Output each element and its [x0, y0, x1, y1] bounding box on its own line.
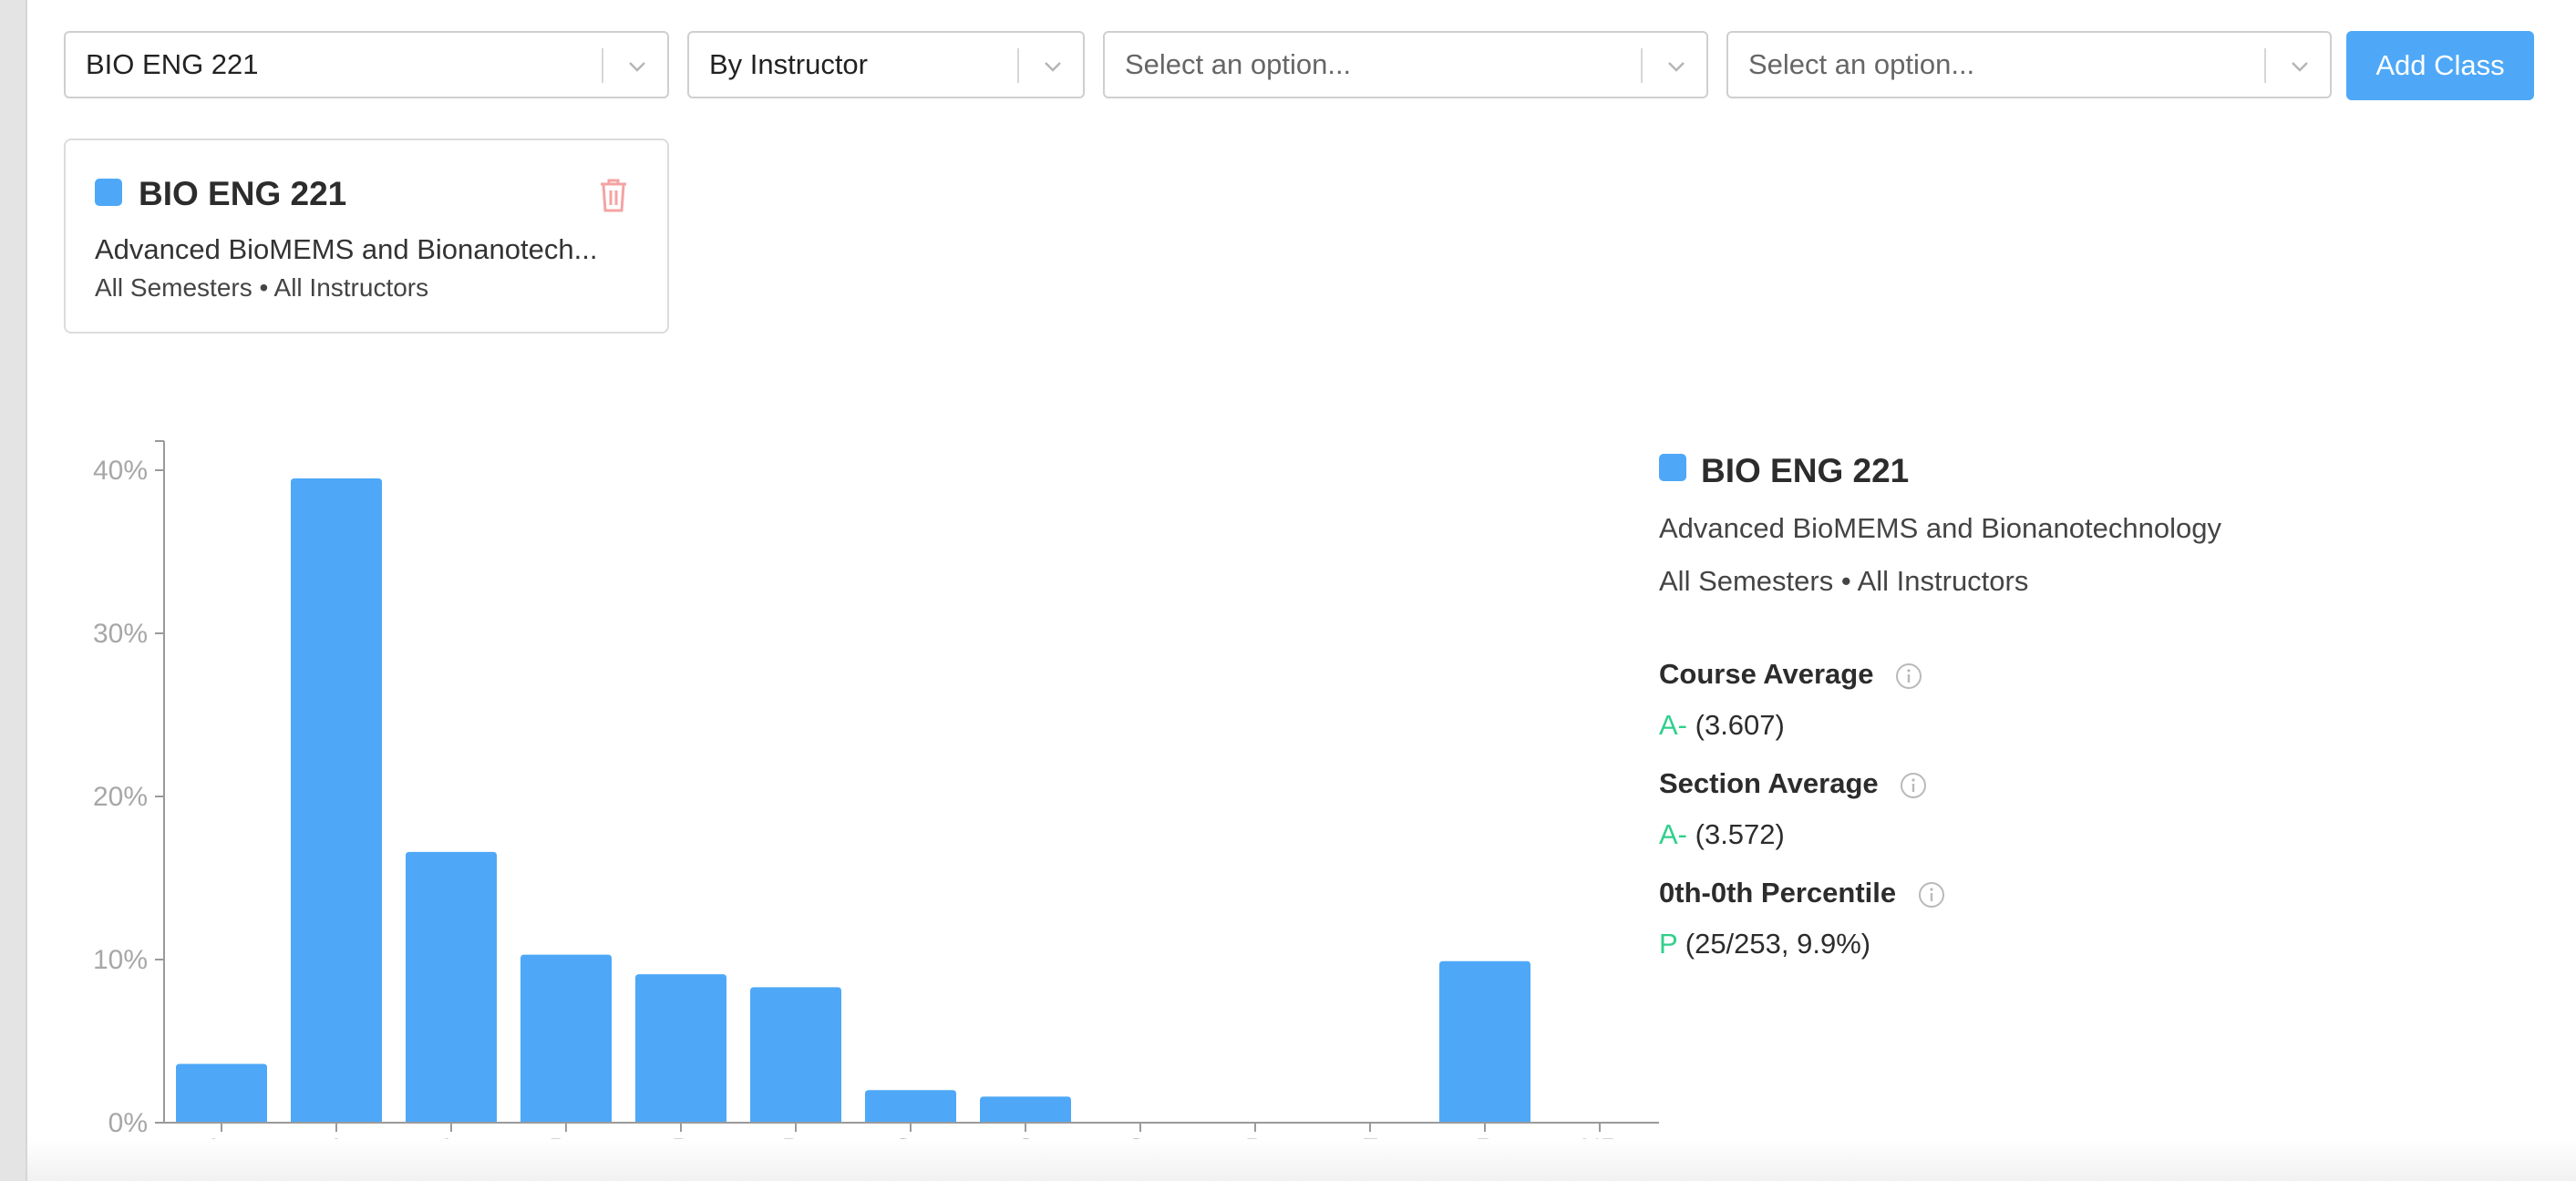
summary-color-swatch — [1659, 454, 1686, 481]
class-card-code: BIO ENG 221 — [139, 175, 347, 212]
percentile-value: P (25/253, 9.9%) — [1659, 928, 1870, 960]
section-average-grade: A- — [1659, 818, 1687, 850]
summary-name: Advanced BioMEMS and Bionanotechnology — [1659, 512, 2221, 544]
y-tick-label: 0% — [108, 1108, 148, 1138]
bar — [980, 1096, 1071, 1123]
option-select-1-placeholder: Select an option... — [1125, 48, 1352, 80]
class-card[interactable]: BIO ENG 221 Advanced BioMEMS and Bionano… — [64, 139, 669, 334]
group-by-select[interactable]: By Instructor — [687, 31, 1085, 98]
select-divider — [1017, 48, 1019, 83]
option-select-2[interactable]: Select an option... — [1726, 31, 2332, 98]
y-tick-label: 40% — [93, 456, 148, 486]
section-average-label: Section Average — [1659, 767, 1928, 800]
course-average-grade: A- — [1659, 709, 1687, 741]
course-select[interactable]: BIO ENG 221 — [64, 31, 669, 98]
grade-distribution-chart: 0%10%20%30%40% A+AA-B+BB-C+CC-DFPNP — [93, 440, 1659, 1164]
bars — [176, 478, 1530, 1123]
section-average-number: (3.572) — [1695, 818, 1785, 850]
info-icon[interactable] — [1894, 662, 1923, 691]
chevron-down-icon[interactable] — [2286, 53, 2313, 80]
scroll-fade — [27, 1139, 2576, 1181]
y-tick-label: 10% — [93, 945, 148, 975]
chevron-down-icon[interactable] — [1039, 53, 1066, 80]
bar — [1439, 960, 1530, 1123]
y-axis: 0% 10% 20% 30% 40% — [93, 440, 165, 1138]
select-divider — [1641, 48, 1643, 83]
bar — [406, 851, 497, 1123]
y-tick-label: 20% — [93, 782, 148, 812]
info-icon[interactable] — [1899, 771, 1928, 800]
course-select-value: BIO ENG 221 — [86, 48, 259, 80]
bar — [291, 478, 382, 1123]
class-card-name: Advanced BioMEMS and Bionanotech... — [95, 233, 598, 265]
class-color-swatch — [95, 179, 122, 206]
bar — [176, 1063, 267, 1123]
course-average-number: (3.607) — [1695, 709, 1785, 741]
bar — [520, 954, 612, 1123]
group-by-select-value: By Instructor — [709, 48, 868, 80]
bar — [750, 987, 841, 1123]
info-icon[interactable] — [1917, 880, 1946, 909]
option-select-1[interactable]: Select an option... — [1103, 31, 1708, 98]
option-select-2-placeholder: Select an option... — [1748, 48, 1975, 80]
percentile-number: (25/253, 9.9%) — [1685, 928, 1871, 960]
section-average-value: A- (3.572) — [1659, 818, 1785, 851]
summary-code: BIO ENG 221 — [1701, 452, 1910, 489]
percentile-grade: P — [1659, 928, 1678, 960]
bar — [635, 974, 726, 1123]
summary-meta: All Semesters • All Instructors — [1659, 565, 2029, 597]
select-divider — [2264, 48, 2266, 83]
y-tick-label: 30% — [93, 619, 148, 649]
bar — [865, 1090, 956, 1123]
course-average-label: Course Average — [1659, 658, 1923, 691]
add-class-button[interactable]: Add Class — [2346, 31, 2534, 100]
class-card-meta: All Semesters • All Instructors — [95, 273, 429, 302]
percentile-label: 0th-0th Percentile — [1659, 877, 1946, 909]
chevron-down-icon[interactable] — [1663, 53, 1690, 80]
trash-icon[interactable] — [598, 177, 629, 213]
course-average-value: A- (3.607) — [1659, 709, 1785, 742]
select-divider — [602, 48, 603, 83]
chevron-down-icon[interactable] — [623, 53, 651, 80]
